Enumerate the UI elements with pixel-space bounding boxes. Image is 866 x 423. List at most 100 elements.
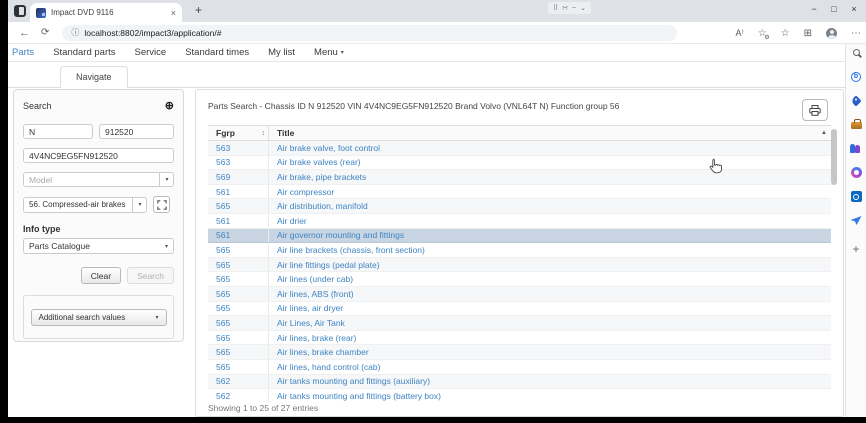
additional-search-values-button[interactable]: Additional search values ▾ <box>31 309 167 326</box>
fgrp-link[interactable]: 565 <box>208 272 269 286</box>
fgrp-link[interactable]: 562 <box>208 375 269 389</box>
title-link[interactable]: Air tanks mounting and fittings (auxilia… <box>269 376 831 386</box>
table-row[interactable]: 563Air brake valve, foot control <box>208 141 831 156</box>
overlay-minimize-icon[interactable]: − <box>572 5 576 12</box>
fgrp-link[interactable]: 565 <box>208 316 269 330</box>
title-link[interactable]: Air lines, brake (rear) <box>269 333 831 343</box>
sidebar-search-icon[interactable] <box>850 46 863 59</box>
table-row[interactable]: 565Air line brackets (chassis, front sec… <box>208 243 831 258</box>
fgrp-link[interactable]: 565 <box>208 302 269 316</box>
fgrp-link[interactable]: 563 <box>208 141 269 155</box>
fgrp-link[interactable]: 565 <box>208 360 269 374</box>
model-input[interactable] <box>23 172 174 187</box>
table-row[interactable]: 562Air tanks mounting and fittings (auxi… <box>208 375 831 390</box>
model-select[interactable]: ▾ <box>23 172 174 187</box>
title-link[interactable]: Air compressor <box>269 187 831 197</box>
title-link[interactable]: Air drier <box>269 216 831 226</box>
table-row[interactable]: 565Air lines, air dryer <box>208 302 831 317</box>
nav-item-menu[interactable]: Menu▾ <box>314 47 344 58</box>
title-link[interactable]: Air brake valves (rear) <box>269 157 831 167</box>
chevron-down-icon[interactable]: ▾ <box>132 197 147 213</box>
table-row[interactable]: 565Air Lines, Air Tank <box>208 316 831 331</box>
fgrp-link[interactable]: 563 <box>208 156 269 170</box>
title-link[interactable]: Air lines, ABS (front) <box>269 289 831 299</box>
new-tab-button[interactable]: + <box>195 3 202 17</box>
sort-both-icon[interactable]: ↕ <box>262 130 266 137</box>
fgrp-link[interactable]: 561 <box>208 214 269 228</box>
fgrp-link[interactable]: 569 <box>208 170 269 184</box>
favorites-icon[interactable]: ☆ <box>781 28 790 39</box>
title-link[interactable]: Air brake, pipe brackets <box>269 172 831 182</box>
search-button[interactable]: Search <box>127 267 174 284</box>
title-link[interactable]: Air tanks mounting and fittings (battery… <box>269 391 831 401</box>
title-link[interactable]: Air distribution, manifold <box>269 201 831 211</box>
table-row[interactable]: 561Air drier <box>208 214 831 229</box>
read-aloud-icon[interactable]: A⁾ <box>735 28 743 39</box>
table-row[interactable]: 562Air tanks mounting and fittings (batt… <box>208 389 831 401</box>
site-info-icon[interactable]: ⓘ <box>71 27 79 38</box>
overlay-chevron-icon[interactable]: ⌄ <box>580 4 586 12</box>
title-link[interactable]: Air line fittings (pedal plate) <box>269 260 831 270</box>
browser-tab[interactable]: Impact DVD 9116 × <box>30 3 182 22</box>
favorites-settings-icon[interactable]: ☆⚙ <box>758 28 767 39</box>
nav-item-standard-parts[interactable]: Standard parts <box>53 47 115 58</box>
fgrp-link[interactable]: 565 <box>208 331 269 345</box>
bing-discover-icon[interactable]: b <box>850 70 863 83</box>
title-link[interactable]: Air lines, hand control (cab) <box>269 362 831 372</box>
print-button[interactable] <box>802 99 828 121</box>
fgrp-link[interactable]: 562 <box>208 389 269 401</box>
function-group-select[interactable]: 56. Compressed-air brakes ▾ <box>23 197 147 213</box>
table-scrollbar[interactable] <box>831 129 837 185</box>
refresh-icon[interactable]: ⟳ <box>41 27 49 38</box>
title-link[interactable]: Air governor mounting and fittings <box>269 230 831 240</box>
table-row[interactable]: 565Air line fittings (pedal plate) <box>208 258 831 273</box>
title-link[interactable]: Air Lines, Air Tank <box>269 318 831 328</box>
table-row[interactable]: 565Air lines, brake chamber <box>208 345 831 360</box>
clear-button[interactable]: Clear <box>81 267 121 284</box>
nav-item-service[interactable]: Service <box>135 47 167 58</box>
tab-navigate[interactable]: Navigate <box>60 66 128 88</box>
tab-actions-icon[interactable] <box>14 5 26 17</box>
tab-close-icon[interactable]: × <box>171 8 176 18</box>
snap-icon[interactable]: ∺ <box>562 4 568 12</box>
designer-icon[interactable] <box>850 166 863 179</box>
table-row[interactable]: 563Air brake valves (rear) <box>208 156 831 171</box>
nav-item-my-list[interactable]: My list <box>268 47 295 58</box>
more-options-icon[interactable]: ⋯ <box>851 28 861 39</box>
fgrp-link[interactable]: 561 <box>208 229 269 243</box>
vin-input[interactable] <box>23 148 174 163</box>
title-link[interactable]: Air lines, brake chamber <box>269 347 831 357</box>
close-button[interactable]: × <box>844 1 864 17</box>
fgrp-link[interactable]: 565 <box>208 345 269 359</box>
nav-item-standard-times[interactable]: Standard times <box>185 47 249 58</box>
column-header-title[interactable]: Title ▲ <box>269 126 831 140</box>
fgrp-link[interactable]: 565 <box>208 258 269 272</box>
fgrp-link[interactable]: 565 <box>208 243 269 257</box>
title-link[interactable]: Air lines (under cab) <box>269 274 831 284</box>
fgrp-link[interactable]: 561 <box>208 185 269 199</box>
send-icon[interactable] <box>850 214 863 227</box>
people-icon[interactable] <box>850 142 863 155</box>
title-link[interactable]: Air brake valve, foot control <box>269 143 831 153</box>
fgrp-link[interactable]: 565 <box>208 199 269 213</box>
toolbox-icon[interactable] <box>850 118 863 131</box>
back-icon[interactable]: ← <box>19 27 30 39</box>
add-sidebar-item-icon[interactable]: + <box>850 242 863 255</box>
table-row[interactable]: 565Air lines, ABS (front) <box>208 287 831 302</box>
nav-item-parts[interactable]: Parts <box>12 47 34 58</box>
table-row[interactable]: 565Air lines, brake (rear) <box>208 331 831 346</box>
minimize-button[interactable]: − <box>804 1 824 17</box>
info-type-select[interactable]: Parts Catalogue ▾ <box>23 238 174 254</box>
maximize-button[interactable]: □ <box>824 1 844 17</box>
profile-avatar[interactable] <box>826 28 837 39</box>
outlook-icon[interactable] <box>850 190 863 203</box>
title-link[interactable]: Air line brackets (chassis, front sectio… <box>269 245 831 255</box>
chassis-number-input[interactable] <box>99 124 174 139</box>
fgrp-link[interactable]: 565 <box>208 287 269 301</box>
collections-icon[interactable]: ⊞ <box>804 28 812 39</box>
column-header-fgrp[interactable]: Fgrp ↕ <box>208 126 269 140</box>
url-field[interactable]: ⓘ localhost:8802/impact3/application/# <box>62 25 677 41</box>
table-row[interactable]: 565Air lines, hand control (cab) <box>208 360 831 375</box>
table-row[interactable]: 561Air compressor <box>208 185 831 200</box>
title-link[interactable]: Air lines, air dryer <box>269 303 831 313</box>
